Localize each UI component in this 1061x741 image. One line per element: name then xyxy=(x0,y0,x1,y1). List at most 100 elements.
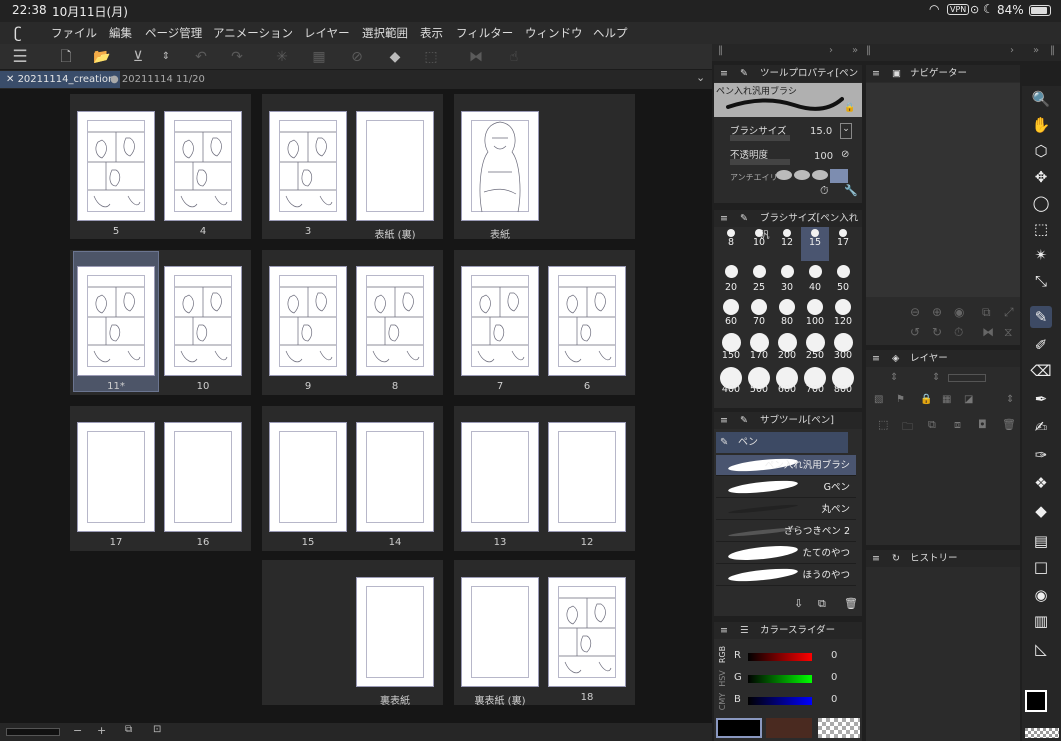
aa-weak-option[interactable] xyxy=(794,170,810,180)
aa-none-option[interactable] xyxy=(776,170,792,180)
brush-size-value[interactable]: 15.0 xyxy=(810,126,832,137)
layer-options-stepper[interactable]: ⇕ xyxy=(1006,394,1014,405)
eyedropper-tool-icon[interactable]: ⤡ xyxy=(1030,270,1052,292)
dock-expand-icon[interactable]: » xyxy=(852,45,858,56)
blend-tool-icon[interactable]: ❖ xyxy=(1030,472,1052,494)
clear-layer-icon[interactable]: ▦ xyxy=(308,47,330,67)
subtool-item-rough-pen[interactable]: ざらつきペン 2 xyxy=(716,521,856,542)
chevron-down-icon[interactable]: ⌄ xyxy=(696,71,705,84)
dock-grip-icon[interactable]: ‖ xyxy=(718,45,723,56)
panel-menu-icon[interactable]: ≡ xyxy=(720,622,728,639)
flip-horizontal-icon[interactable]: ⧓ xyxy=(465,47,487,67)
blend-mode-stepper[interactable]: ⇕ xyxy=(890,372,898,383)
subtool-import-icon[interactable]: ⇩ xyxy=(794,597,803,610)
close-tab-icon[interactable]: ✕ xyxy=(6,74,18,85)
panel-menu-icon[interactable]: ≡ xyxy=(872,550,880,567)
menu-animation[interactable]: アニメーション xyxy=(213,25,293,41)
brush-size-option[interactable]: 12 xyxy=(773,227,801,261)
zoom-out-button[interactable]: − xyxy=(73,724,82,737)
menu-layer[interactable]: レイヤー xyxy=(304,25,350,41)
redo-icon[interactable]: ↷ xyxy=(226,47,248,67)
panel-menu-icon[interactable]: ≡ xyxy=(720,65,728,82)
subtool-item-pen-brush[interactable]: ペン入れ汎用ブラシ xyxy=(716,455,856,476)
brush-size-option[interactable]: 15 xyxy=(801,227,829,261)
navigator-preview[interactable] xyxy=(866,83,1020,297)
r-slider[interactable] xyxy=(748,653,812,661)
dock-collapse-icon[interactable]: › xyxy=(829,45,833,56)
actual-size-icon[interactable]: ⧉ xyxy=(982,305,991,320)
page-thumbnail-p6[interactable] xyxy=(548,266,626,376)
transparent-color-icon[interactable] xyxy=(1025,728,1059,738)
mode-hsv-tab[interactable]: HSV xyxy=(718,670,727,687)
subtool-item-g-pen[interactable]: Gペン xyxy=(716,477,856,498)
balloon-tool-icon[interactable]: ◺ xyxy=(1030,638,1052,660)
page-thumbnail-p14[interactable] xyxy=(356,422,434,532)
subtool-group-pen[interactable]: ✎ ペン xyxy=(716,432,848,453)
dock-expand-2-icon[interactable]: » xyxy=(1033,45,1039,56)
flip-v-icon[interactable]: ⧖ xyxy=(1004,325,1012,340)
brush-size-slider[interactable] xyxy=(730,135,790,141)
airbrush-tool-icon[interactable]: ✍ xyxy=(1030,416,1052,438)
menu-edit[interactable]: 編集 xyxy=(109,25,132,41)
menu-file[interactable]: ファイル xyxy=(51,25,97,41)
page-thumbnail-back-cover[interactable] xyxy=(356,577,434,687)
save-options-icon[interactable]: ⇕ xyxy=(155,47,177,67)
zoom-tool-icon[interactable]: 🔍 xyxy=(1030,88,1052,110)
dock-grip-3-icon[interactable]: ‖ xyxy=(1050,45,1055,56)
lock-layer-icon[interactable]: 🔒 xyxy=(920,394,932,405)
delete-layer-icon[interactable]: 🗑 xyxy=(1002,418,1016,431)
mode-rgb-tab[interactable]: RGB xyxy=(718,646,727,663)
new-file-icon[interactable]: 🗋 xyxy=(55,47,77,67)
reset-icon[interactable]: ⏱ xyxy=(820,184,829,198)
panel-menu-icon[interactable]: ≡ xyxy=(872,65,880,82)
panel-menu-icon[interactable]: ≡ xyxy=(872,350,880,367)
brush-size-option[interactable]: 8 xyxy=(717,227,745,261)
zoom-in-button[interactable]: + xyxy=(97,724,106,737)
tab-active-document[interactable]: ✕ 20211114_creation xyxy=(0,71,121,88)
undo-icon[interactable]: ↶ xyxy=(190,47,212,67)
b-slider[interactable] xyxy=(748,697,812,705)
brush-preview[interactable]: ペン入れ汎用ブラシ 🔒 xyxy=(714,83,862,117)
transparent-swatch[interactable] xyxy=(818,718,860,738)
copy-layer-icon[interactable]: ⧉ xyxy=(928,418,936,432)
brush-tool-icon[interactable]: ✒ xyxy=(1030,388,1052,410)
g-slider[interactable] xyxy=(748,675,812,683)
rotate-right-icon[interactable]: ↻ xyxy=(932,325,942,339)
rotate-left-icon[interactable]: ↺ xyxy=(910,325,920,339)
menu-view[interactable]: 表示 xyxy=(420,25,443,41)
page-thumbnail-p13[interactable] xyxy=(461,422,539,532)
opacity-stepper[interactable]: ⇕ xyxy=(932,372,940,383)
menu-page-manage[interactable]: ページ管理 xyxy=(145,25,202,41)
magic-wand-tool-icon[interactable]: ✴ xyxy=(1030,244,1052,266)
brush-size-option[interactable]: 200 xyxy=(773,329,801,363)
layer-opacity-bar[interactable] xyxy=(948,374,986,382)
reset-rotation-icon[interactable]: ⏱ xyxy=(954,325,963,340)
fit-window-icon[interactable]: ⤢ xyxy=(1004,305,1014,320)
flip-h-icon[interactable]: ⧓ xyxy=(982,325,994,339)
brush-size-option[interactable]: 50 xyxy=(829,261,857,295)
brush-size-option[interactable]: 400 xyxy=(717,363,745,397)
decoration-tool-icon[interactable]: ✑ xyxy=(1030,444,1052,466)
subtool-duplicate-icon[interactable]: ⧉ xyxy=(818,597,826,611)
r-value[interactable]: 0 xyxy=(831,650,837,661)
layer-mask-icon[interactable]: ◘ xyxy=(978,418,987,431)
brush-size-option[interactable]: 700 xyxy=(801,363,829,397)
pen-tool-icon[interactable]: ✎ xyxy=(1030,306,1052,328)
page-thumbnail-p12[interactable] xyxy=(548,422,626,532)
page-thumbnail-p17[interactable] xyxy=(77,422,155,532)
brush-size-option[interactable]: 800 xyxy=(829,363,857,397)
lasso-tool-icon[interactable]: ◯ xyxy=(1030,192,1052,214)
page-thumbnail-p11[interactable] xyxy=(77,266,155,376)
sub-color-swatch[interactable] xyxy=(766,718,812,738)
zoom-in-icon[interactable]: ⊕ xyxy=(932,305,942,319)
opacity-slider[interactable] xyxy=(730,159,790,165)
g-value[interactable]: 0 xyxy=(831,672,837,683)
fill-tool-icon[interactable]: ◆ xyxy=(1030,500,1052,522)
subtool-item-broom[interactable]: ほうのやつ xyxy=(716,565,856,586)
clear-selection-icon[interactable]: ⊘ xyxy=(346,47,368,67)
menu-selection[interactable]: 選択範囲 xyxy=(362,25,408,41)
dock-grip-2-icon[interactable]: ‖ xyxy=(866,45,871,56)
brush-size-option[interactable]: 500 xyxy=(745,363,773,397)
foreground-color-icon[interactable] xyxy=(1025,690,1047,712)
wrench-icon[interactable]: 🔧 xyxy=(844,184,858,197)
